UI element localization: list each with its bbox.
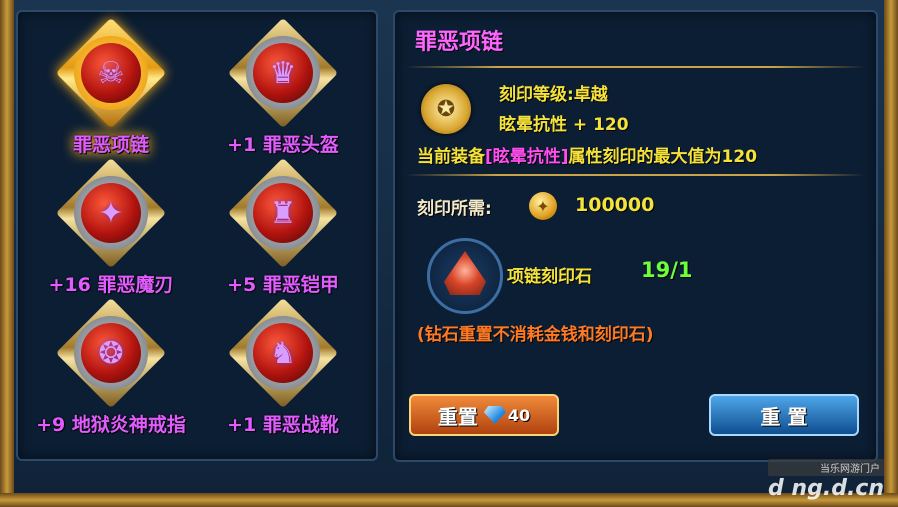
equipment-slot-boots[interactable]: ♞ +1 罪恶战靴	[208, 297, 358, 436]
watermark-logo: d ng.d.cn	[768, 476, 884, 501]
engrave-stone-icon	[427, 238, 503, 314]
cost-label: 刻印所需:	[417, 199, 492, 219]
reset-button[interactable]: 重 置	[709, 394, 859, 436]
divider	[405, 66, 865, 68]
stat-value: 眩晕抗性 + 120	[499, 115, 629, 135]
necklace-icon: ☠	[55, 17, 167, 129]
reset-note: (钻石重置不消耗金钱和刻印石)	[417, 325, 654, 345]
engrave-shield-icon: ✪	[421, 84, 471, 134]
divider	[405, 174, 865, 176]
equipment-slot-blade[interactable]: ✦ +16 罪恶魔刃	[36, 157, 186, 296]
equipment-label: +1 罪恶战靴	[227, 414, 339, 436]
armor-icon: ♜	[227, 157, 339, 269]
gem-reset-button[interactable]: 重置 40	[409, 394, 559, 436]
engrave-detail-panel: 罪恶项链 ✪ 刻印等级:卓越 眩晕抗性 + 120 当前装备[眩晕抗性]属性刻印…	[393, 10, 878, 462]
equipment-label: +9 地狱炎神戒指	[36, 414, 186, 436]
gem-reset-label: 重置	[437, 404, 478, 429]
equipment-slot-necklace[interactable]: ☠ 罪恶项链	[36, 17, 186, 156]
gold-coin-icon: ✦	[529, 192, 557, 220]
frame-bottom-border	[0, 493, 898, 507]
ring-icon: ❂	[55, 297, 167, 409]
equipment-slot-armor[interactable]: ♜ +5 罪恶铠甲	[208, 157, 358, 296]
max-value-line: 当前装备[眩晕抗性]属性刻印的最大值为120	[417, 147, 758, 167]
helmet-icon: ♛	[227, 17, 339, 129]
equipment-slot-helmet[interactable]: ♛ +1 罪恶头盔	[208, 17, 358, 156]
equipment-slot-ring[interactable]: ❂ +9 地狱炎神戒指	[36, 297, 186, 436]
frame-right-border	[884, 0, 898, 507]
diamond-icon	[483, 406, 506, 424]
item-title: 罪恶项链	[415, 30, 504, 55]
equipment-label: +16 罪恶魔刃	[48, 274, 174, 296]
material-count: 19/1	[641, 258, 693, 282]
equipment-label: +5 罪恶铠甲	[227, 274, 339, 296]
equipment-label: 罪恶项链	[72, 134, 149, 156]
engrave-level: 刻印等级:卓越	[499, 85, 608, 105]
material-name: 项链刻印石	[507, 267, 592, 287]
watermark: 当乐网游门户 d ng.d.cn	[768, 459, 884, 501]
blade-icon: ✦	[55, 157, 167, 269]
watermark-small: 当乐网游门户	[768, 459, 884, 476]
equipment-label: +1 罪恶头盔	[227, 134, 339, 156]
frame-left-border	[0, 0, 14, 507]
boots-icon: ♞	[227, 297, 339, 409]
gem-cost: 40	[507, 405, 531, 425]
equipment-panel: ☠ 罪恶项链 ♛ +1 罪恶头盔 ✦ +16 罪恶魔刃 ♜ +5 罪恶铠甲 ❂ …	[16, 10, 378, 461]
cost-value: 100000	[575, 194, 655, 216]
